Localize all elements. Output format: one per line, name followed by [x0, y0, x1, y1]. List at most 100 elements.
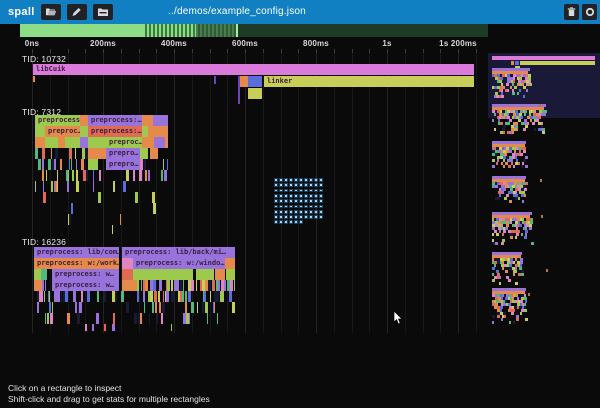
activity-strip-segment[interactable] — [196, 24, 236, 37]
flame-span[interactable] — [225, 258, 235, 269]
tiny-span-dot[interactable] — [294, 189, 298, 193]
minimap-cluster[interactable] — [502, 233, 504, 236]
flame-span[interactable] — [148, 170, 150, 181]
minimap-cluster[interactable] — [516, 318, 519, 321]
tiny-span-dot[interactable] — [314, 194, 318, 198]
tiny-span-dot[interactable] — [314, 205, 318, 209]
minimap-cluster[interactable] — [523, 95, 525, 98]
flame-span[interactable] — [140, 148, 148, 159]
flame-span[interactable] — [98, 192, 101, 203]
minimap-cluster[interactable] — [511, 312, 514, 315]
flame-span[interactable] — [214, 76, 216, 84]
tiny-span-dot[interactable] — [304, 178, 308, 182]
flame-span[interactable] — [140, 313, 142, 324]
minimap-cluster[interactable] — [519, 224, 522, 227]
flame-span[interactable] — [122, 258, 133, 269]
flame-span[interactable] — [227, 302, 228, 313]
tiny-span-dot[interactable] — [309, 210, 313, 214]
minimap-cluster[interactable] — [503, 165, 505, 168]
flame-span[interactable] — [144, 159, 146, 170]
minimap-cluster[interactable] — [503, 131, 505, 134]
minimap-bar[interactable] — [511, 61, 514, 65]
tiny-span-dot[interactable] — [279, 194, 283, 198]
flame-span[interactable] — [154, 291, 157, 302]
flame-span[interactable] — [76, 170, 78, 181]
flame-span[interactable] — [122, 269, 133, 280]
tiny-span-dot[interactable] — [284, 205, 288, 209]
flame-span[interactable] — [196, 269, 214, 280]
tiny-span-dot[interactable] — [319, 189, 323, 193]
minimap-cluster[interactable] — [497, 315, 500, 318]
flame-span[interactable] — [88, 137, 106, 148]
flame-span[interactable]: prepro… — [106, 159, 140, 170]
flame-span[interactable] — [88, 148, 106, 159]
minimap-cluster[interactable] — [543, 113, 546, 116]
flame-span[interactable] — [93, 181, 94, 192]
minimap-cluster[interactable] — [492, 165, 495, 168]
tiny-span-dot[interactable] — [314, 189, 318, 193]
tiny-span-dot[interactable] — [314, 199, 318, 203]
flame-span[interactable]: preproc… — [106, 137, 142, 148]
tiny-span-dot[interactable] — [299, 199, 303, 203]
tiny-span-dot[interactable] — [284, 189, 288, 193]
flame-span[interactable] — [35, 181, 36, 192]
flame-span[interactable] — [232, 302, 235, 313]
flame-span[interactable] — [218, 280, 220, 291]
flame-span[interactable] — [145, 170, 147, 181]
flame-span[interactable] — [142, 115, 153, 126]
tiny-span-dot[interactable] — [304, 183, 308, 187]
tiny-span-dot[interactable] — [319, 199, 323, 203]
tiny-span-dot[interactable] — [299, 210, 303, 214]
tiny-span-dot[interactable] — [304, 189, 308, 193]
flame-span[interactable] — [167, 280, 170, 291]
flame-span[interactable] — [183, 280, 184, 291]
flame-span[interactable] — [42, 170, 44, 181]
flame-span[interactable] — [76, 181, 79, 192]
minimap-cluster[interactable] — [492, 119, 494, 122]
minimap-cluster[interactable] — [502, 267, 504, 270]
flame-span[interactable] — [163, 291, 164, 302]
flame-span[interactable] — [215, 269, 225, 280]
flame-span[interactable] — [167, 159, 168, 170]
tiny-span-dot[interactable] — [309, 205, 313, 209]
flame-span[interactable] — [122, 280, 136, 291]
flame-span[interactable] — [149, 313, 150, 324]
minimap-cluster[interactable] — [534, 128, 536, 131]
flame-span[interactable] — [50, 313, 53, 324]
flame-span[interactable]: preprocess: lib/com… — [34, 247, 119, 258]
flame-span[interactable] — [43, 192, 46, 203]
minimap-cluster[interactable] — [502, 191, 504, 194]
flame-span[interactable] — [182, 291, 184, 302]
tiny-span-dot[interactable] — [309, 199, 313, 203]
flame-span[interactable] — [158, 291, 160, 302]
tiny-span-dot[interactable] — [289, 215, 293, 219]
flame-span[interactable] — [142, 170, 143, 181]
flame-span[interactable] — [159, 302, 161, 313]
flame-span[interactable] — [216, 291, 219, 302]
flame-span[interactable] — [171, 280, 173, 291]
flame-span[interactable] — [217, 313, 218, 324]
tiny-span-dot[interactable] — [274, 189, 278, 193]
flame-span[interactable] — [80, 137, 88, 148]
flame-span[interactable] — [207, 313, 208, 324]
tiny-span-dot[interactable] — [284, 194, 288, 198]
tiny-span-dot[interactable] — [274, 220, 278, 224]
activity-strip-segment[interactable] — [238, 24, 488, 37]
flame-span[interactable] — [112, 324, 115, 331]
flame-span[interactable] — [214, 302, 215, 313]
flame-span[interactable] — [57, 170, 58, 181]
tiny-span-dot[interactable] — [299, 189, 303, 193]
flame-span[interactable] — [171, 291, 174, 302]
flame-span[interactable] — [57, 181, 58, 192]
flame-span[interactable] — [51, 148, 52, 159]
flame-span[interactable]: preprocess:… — [88, 126, 142, 137]
flame-span[interactable] — [37, 302, 39, 313]
minimap-cluster[interactable] — [499, 276, 501, 279]
tiny-span-dot[interactable] — [304, 215, 308, 219]
minimap-cluster[interactable] — [521, 233, 523, 236]
flame-span[interactable] — [126, 302, 129, 313]
flame-span[interactable] — [229, 291, 232, 302]
flame-span[interactable] — [42, 148, 45, 159]
tiny-span-dot[interactable] — [279, 220, 283, 224]
tiny-span-dot[interactable] — [284, 215, 288, 219]
